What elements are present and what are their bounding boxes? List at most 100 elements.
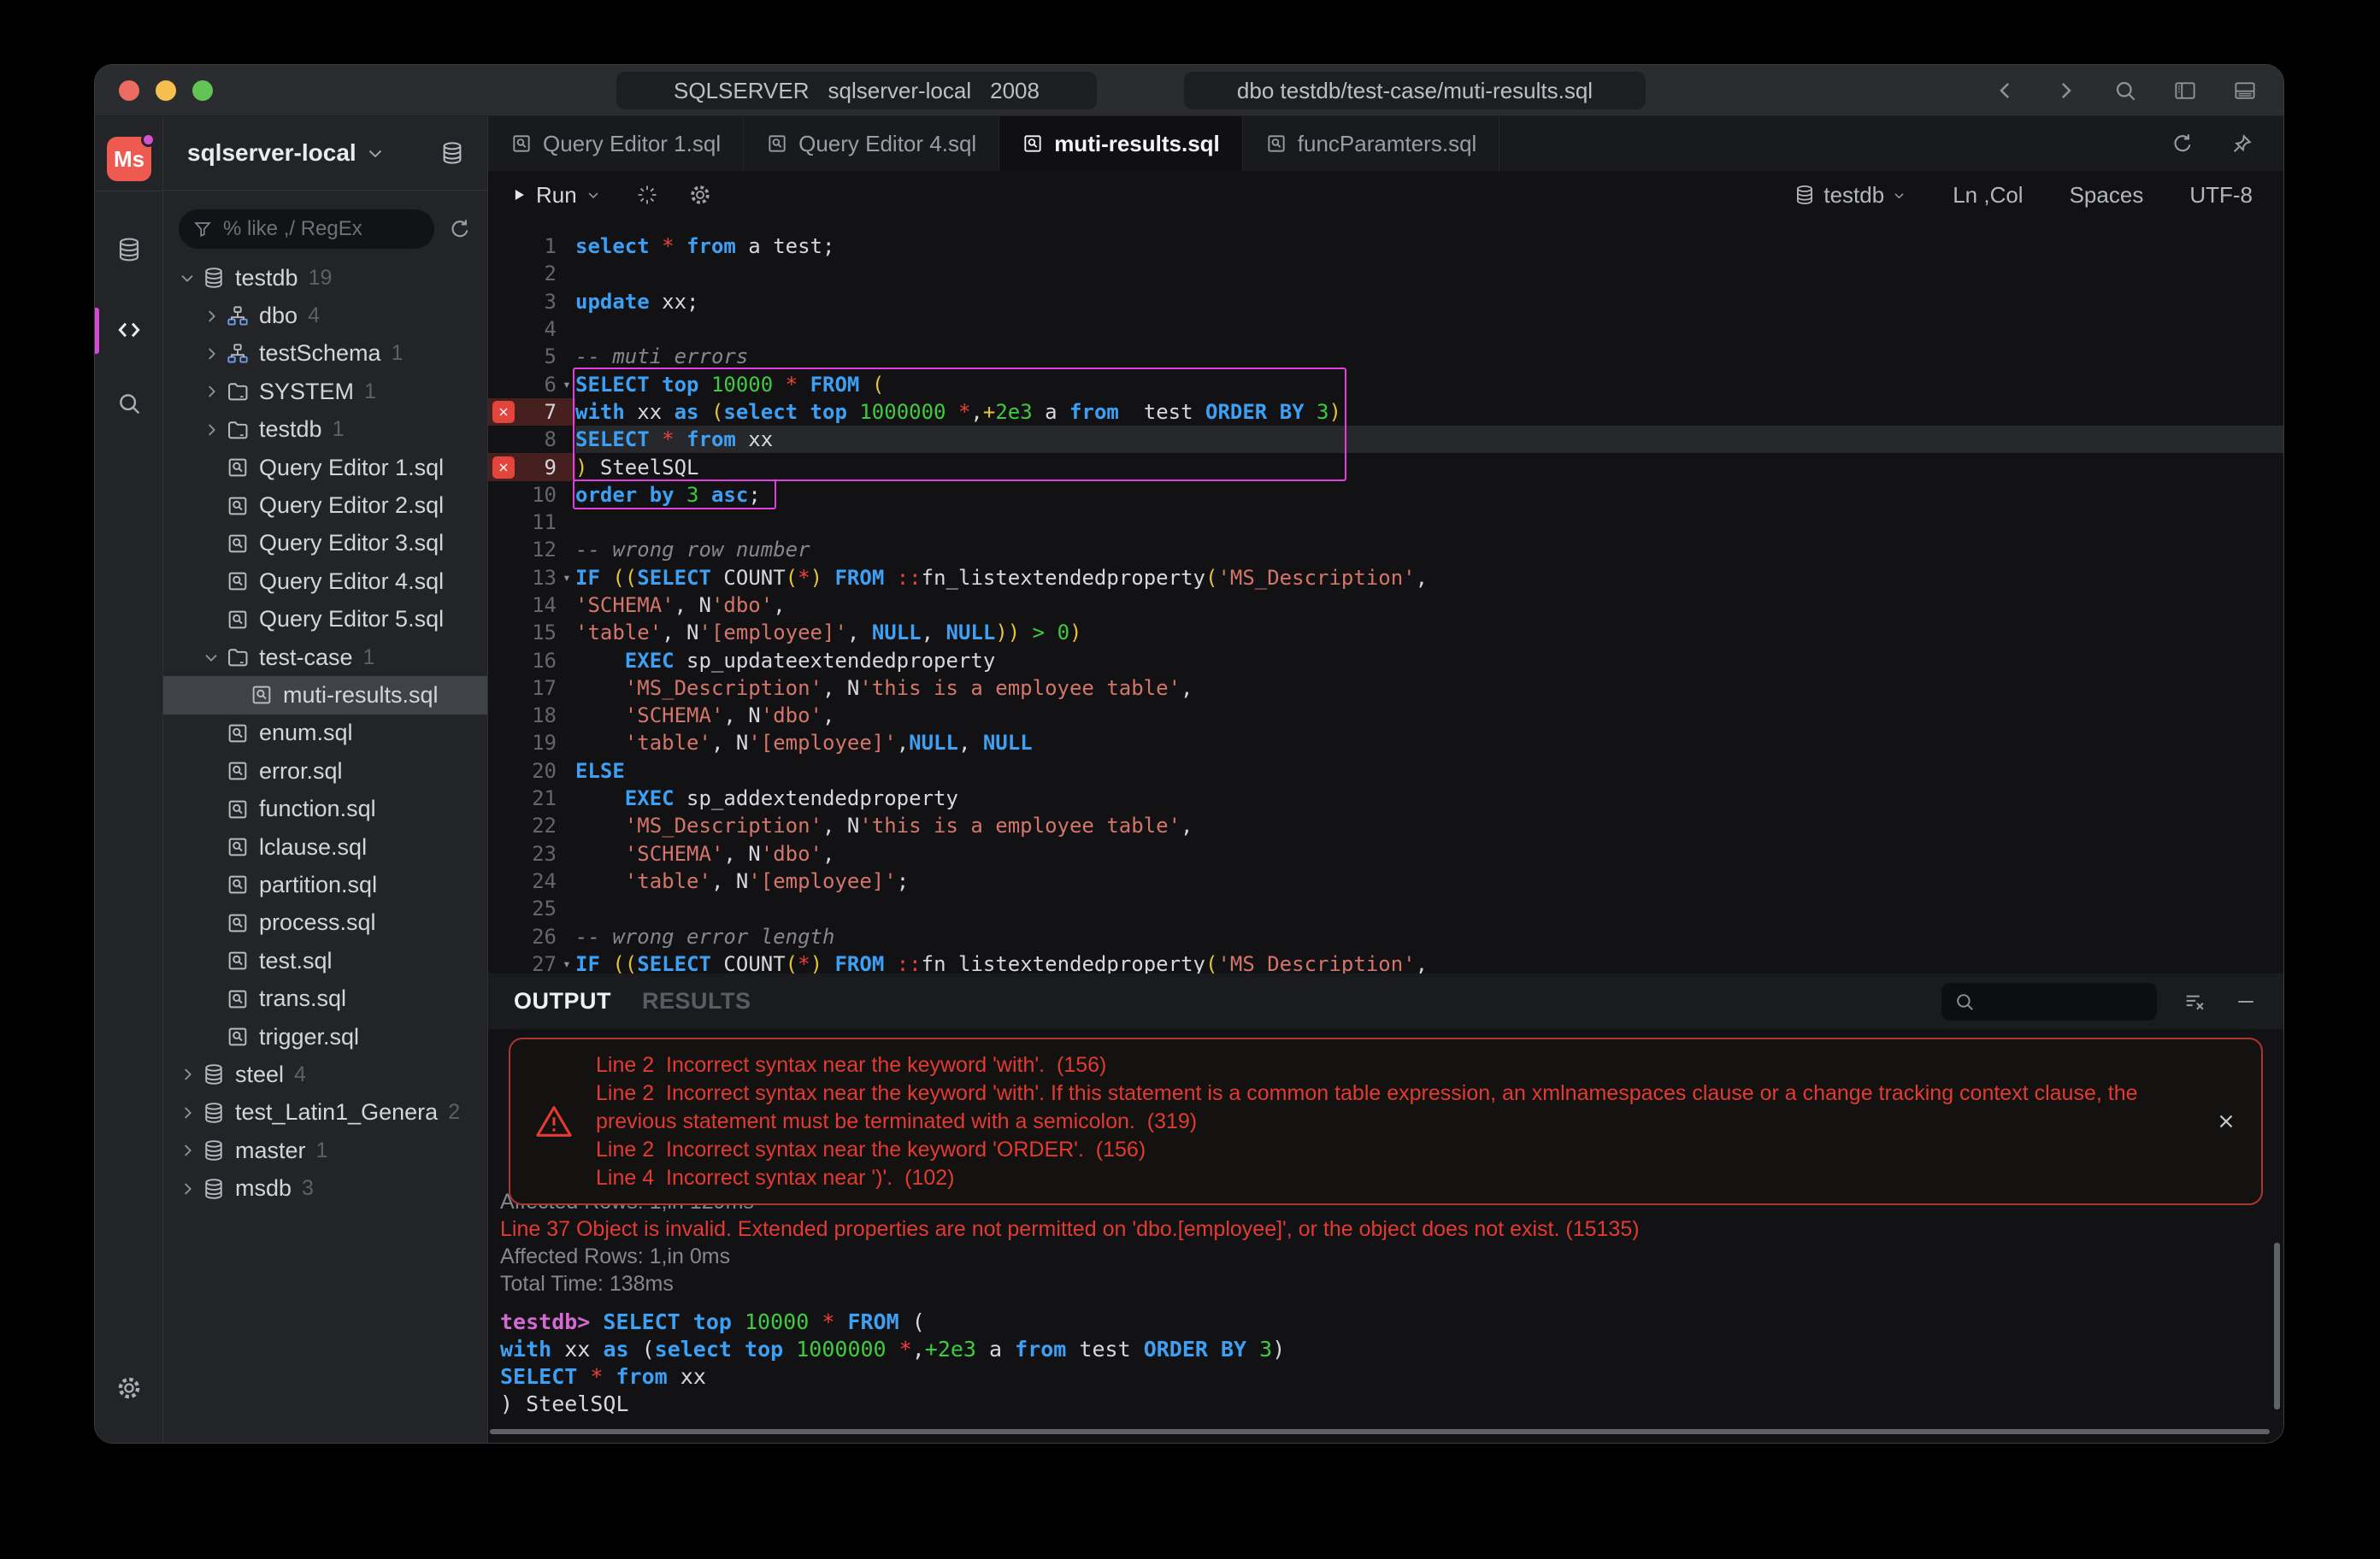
code-line-2[interactable]: 2 bbox=[488, 260, 2283, 287]
tab-output[interactable]: OUTPUT bbox=[514, 988, 611, 1015]
tree-item-function-sql[interactable]: function.sql bbox=[163, 790, 487, 827]
code-line-17[interactable]: 17 'MS_Description', N'this is a employe… bbox=[488, 674, 2283, 702]
pin-icon[interactable] bbox=[2230, 132, 2254, 156]
code-line-27[interactable]: 27▾IF ((SELECT COUNT(*) FROM ::fn_listex… bbox=[488, 950, 2283, 974]
refresh-icon[interactable] bbox=[2171, 132, 2194, 156]
code-line-21[interactable]: 21 EXEC sp_addextendedproperty bbox=[488, 785, 2283, 812]
rail-search-button[interactable] bbox=[95, 379, 162, 427]
chevron-right-icon[interactable] bbox=[199, 307, 223, 326]
code-line-6[interactable]: 6▾SELECT top 10000 * FROM ( bbox=[488, 370, 2283, 397]
code-line-5[interactable]: 5-- muti errors bbox=[488, 343, 2283, 370]
close-window-button[interactable] bbox=[119, 80, 139, 101]
encoding[interactable]: UTF-8 bbox=[2189, 182, 2253, 209]
code-line-1[interactable]: 1select * from a test; bbox=[488, 232, 2283, 260]
zoom-window-button[interactable] bbox=[192, 80, 213, 101]
tree-item-test-sql[interactable]: test.sql bbox=[163, 942, 487, 980]
code-line-8[interactable]: 8SELECT * from xx bbox=[488, 426, 2283, 453]
tree-item-testdb[interactable]: testdb1 bbox=[163, 411, 487, 449]
rail-settings-button[interactable] bbox=[95, 1364, 162, 1412]
toggle-sidebar-icon[interactable] bbox=[2172, 78, 2198, 103]
tree-item-testschema[interactable]: testSchema1 bbox=[163, 335, 487, 373]
database-icon[interactable] bbox=[439, 140, 465, 166]
tree-item-test-latin1-genera[interactable]: test_Latin1_Genera2 bbox=[163, 1094, 487, 1132]
code-line-16[interactable]: 16 EXEC sp_updateextendedproperty bbox=[488, 646, 2283, 674]
tree-filter-input[interactable]: % like ,/ RegEx bbox=[179, 209, 434, 249]
code-line-3[interactable]: 3update xx; bbox=[488, 288, 2283, 315]
forward-icon[interactable] bbox=[2053, 78, 2078, 103]
code-line-15[interactable]: 15'table', N'[employee]', NULL, NULL)) >… bbox=[488, 619, 2283, 646]
titlebar-connection-pill[interactable]: SQLSERVER sqlserver-local 2008 bbox=[616, 72, 1097, 109]
collapse-panel-icon[interactable] bbox=[2234, 990, 2258, 1014]
fold-icon[interactable]: ▾ bbox=[558, 569, 575, 585]
clear-output-icon[interactable] bbox=[2183, 990, 2206, 1014]
indent-mode[interactable]: Spaces bbox=[2070, 182, 2144, 209]
chevron-right-icon[interactable] bbox=[199, 344, 223, 363]
code-line-14[interactable]: 14'SCHEMA', N'dbo', bbox=[488, 591, 2283, 619]
rail-editor-button[interactable] bbox=[95, 306, 162, 354]
code-line-10[interactable]: 10order by 3 asc; bbox=[488, 481, 2283, 509]
tab-results[interactable]: RESULTS bbox=[642, 988, 751, 1015]
chevron-down-icon[interactable] bbox=[175, 268, 199, 287]
code-line-26[interactable]: 26-- wrong error length bbox=[488, 922, 2283, 950]
database-selector[interactable]: testdb bbox=[1794, 182, 1906, 209]
chevron-down-icon[interactable] bbox=[365, 143, 386, 163]
tree-item-testdb[interactable]: testdb19 bbox=[163, 259, 487, 297]
code-line-20[interactable]: 20ELSE bbox=[488, 757, 2283, 785]
tab-query-editor-1-sql[interactable]: Query Editor 1.sql bbox=[488, 116, 744, 171]
search-icon[interactable] bbox=[2112, 78, 2138, 103]
code-line-4[interactable]: 4 bbox=[488, 315, 2283, 343]
tree-item-trans-sql[interactable]: trans.sql bbox=[163, 980, 487, 1017]
tree-item-process-sql[interactable]: process.sql bbox=[163, 904, 487, 942]
code-line-19[interactable]: 19 'table', N'[employee]',NULL, NULL bbox=[488, 729, 2283, 756]
tree-item-lclause-sql[interactable]: lclause.sql bbox=[163, 828, 487, 866]
tree-item-partition-sql[interactable]: partition.sql bbox=[163, 866, 487, 903]
code-line-24[interactable]: 24 'table', N'[employee]'; bbox=[488, 868, 2283, 895]
chevron-right-icon[interactable] bbox=[199, 382, 223, 401]
run-button[interactable]: Run bbox=[510, 182, 601, 209]
code-line-23[interactable]: 23 'SCHEMA', N'dbo', bbox=[488, 840, 2283, 868]
code-line-13[interactable]: 13▾IF ((SELECT COUNT(*) FROM ::fn_listex… bbox=[488, 564, 2283, 591]
titlebar-path-pill[interactable]: dbo testdb/test-case/muti-results.sql bbox=[1184, 72, 1646, 109]
code-line-22[interactable]: 22 'MS_Description', N'this is a employe… bbox=[488, 812, 2283, 839]
tab-funcparamters-sql[interactable]: funcParamters.sql bbox=[1243, 116, 1500, 171]
chevron-right-icon[interactable] bbox=[175, 1065, 199, 1084]
refresh-icon[interactable] bbox=[448, 217, 472, 241]
analyze-icon[interactable] bbox=[635, 183, 659, 207]
connection-header[interactable]: sqlserver-local bbox=[163, 116, 487, 191]
tree-item-query-editor-3-sql[interactable]: Query Editor 3.sql bbox=[163, 525, 487, 562]
fold-icon[interactable]: ▾ bbox=[558, 956, 575, 972]
code-editor[interactable]: 1select * from a test;23update xx;45-- m… bbox=[488, 219, 2283, 974]
close-icon[interactable] bbox=[2215, 1110, 2237, 1132]
chevron-down-icon[interactable] bbox=[199, 648, 223, 667]
chevron-right-icon[interactable] bbox=[175, 1180, 199, 1198]
code-line-7[interactable]: 7with xx as (select top 1000000 *,+2e3 a… bbox=[488, 398, 2283, 426]
chevron-right-icon[interactable] bbox=[175, 1141, 199, 1160]
tree-item-error-sql[interactable]: error.sql bbox=[163, 752, 487, 790]
tree-item-test-case[interactable]: test-case1 bbox=[163, 638, 487, 676]
tree-item-query-editor-2-sql[interactable]: Query Editor 2.sql bbox=[163, 486, 487, 524]
output-search-input[interactable] bbox=[1941, 983, 2157, 1021]
minimize-window-button[interactable] bbox=[156, 80, 176, 101]
tree-item-system[interactable]: SYSTEM1 bbox=[163, 373, 487, 410]
tree-item-dbo[interactable]: dbo4 bbox=[163, 297, 487, 334]
rail-database-button[interactable] bbox=[95, 226, 162, 274]
code-line-12[interactable]: 12-- wrong row number bbox=[488, 536, 2283, 563]
gear-icon[interactable] bbox=[688, 183, 712, 207]
cursor-position[interactable]: Ln ,Col bbox=[1953, 182, 2023, 209]
tree-item-steel[interactable]: steel4 bbox=[163, 1056, 487, 1093]
back-icon[interactable] bbox=[1993, 78, 2018, 103]
toggle-bottom-panel-icon[interactable] bbox=[2232, 78, 2258, 103]
tree-item-query-editor-4-sql[interactable]: Query Editor 4.sql bbox=[163, 562, 487, 600]
tab-muti-results-sql[interactable]: muti-results.sql bbox=[999, 116, 1243, 171]
tree-item-query-editor-1-sql[interactable]: Query Editor 1.sql bbox=[163, 449, 487, 486]
horizontal-scrollbar[interactable] bbox=[490, 1429, 2270, 1434]
fold-icon[interactable]: ▾ bbox=[558, 376, 575, 392]
tree-item-muti-results-sql[interactable]: muti-results.sql bbox=[163, 676, 487, 714]
tree-item-enum-sql[interactable]: enum.sql bbox=[163, 715, 487, 752]
vertical-scrollbar[interactable] bbox=[2274, 1243, 2280, 1409]
tree-item-msdb[interactable]: msdb3 bbox=[163, 1169, 487, 1207]
code-line-25[interactable]: 25 bbox=[488, 895, 2283, 922]
chevron-right-icon[interactable] bbox=[199, 421, 223, 439]
code-line-18[interactable]: 18 'SCHEMA', N'dbo', bbox=[488, 702, 2283, 729]
tab-query-editor-4-sql[interactable]: Query Editor 4.sql bbox=[744, 116, 999, 171]
